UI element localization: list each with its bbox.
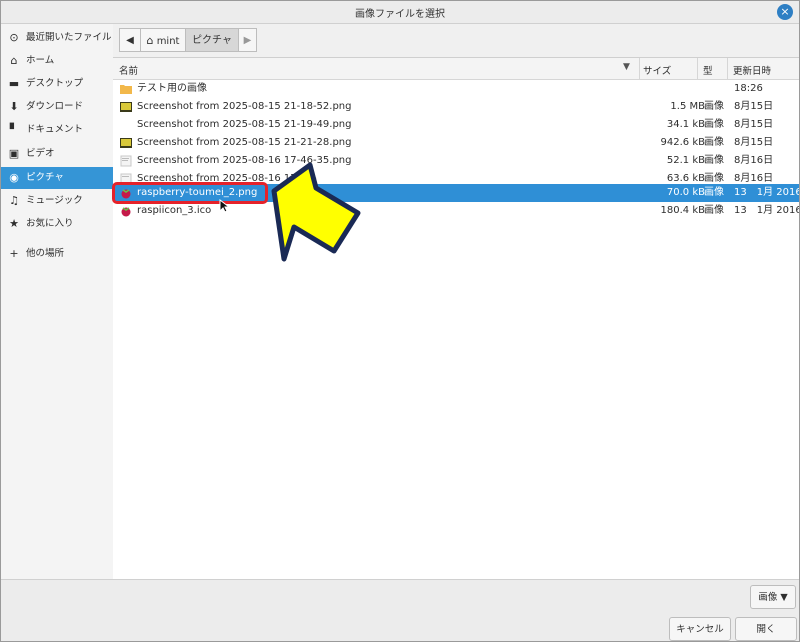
file-name: raspiicon_3.ico [137, 205, 212, 216]
file-type: 画像 [704, 101, 724, 112]
file-list: 名前 ▼ サイズ 型 更新日時 テスト用の画像 18:26 Screenshot… [113, 57, 799, 580]
sidebar-item-favorites[interactable]: ★ お気に入り [1, 213, 113, 235]
sidebar-item-label: ダウンロード [26, 101, 84, 112]
file-size: 1.5 MB [670, 101, 705, 112]
file-date: 8月16日 [734, 155, 774, 166]
music-note-icon: ♫ [9, 194, 19, 207]
file-date: 13 1月 2016 [734, 205, 800, 216]
yellow-pointer-arrow-icon [271, 162, 361, 262]
file-size: 180.4 kB [660, 205, 705, 216]
film-icon: ▣ [8, 147, 20, 160]
file-size: 52.1 kB [666, 155, 705, 166]
sidebar-item-label: ミュージック [26, 195, 83, 206]
filter-label: 画像 [758, 592, 778, 603]
chevron-left-icon: ◀ [126, 35, 134, 46]
dialog-title: 画像ファイルを選択 [355, 9, 445, 20]
file-size: 70.0 kB [666, 187, 705, 198]
file-size: 942.6 kB [660, 137, 705, 148]
sidebar-item-desktop[interactable]: ▬ デスクトップ [1, 73, 113, 95]
action-bar: 画像 ▼ キャンセル 開く [1, 579, 799, 641]
title-bar: 画像ファイルを選択 × [1, 1, 799, 24]
path-crumb-label: ピクチャ [192, 35, 232, 46]
file-chooser-dialog: 画像ファイルを選択 × ⊙ 最近開いたファイル ⌂ ホーム ▬ デスクトップ ⬇… [0, 0, 800, 642]
file-date: 8月15日 [734, 137, 774, 148]
download-icon: ⬇ [9, 100, 19, 113]
file-filter-dropdown[interactable]: 画像 ▼ [750, 585, 796, 609]
file-name: Screenshot from 2025-08-15 21-21-28.png [137, 137, 352, 148]
path-crumb-current[interactable]: ピクチャ [185, 28, 239, 52]
file-row[interactable]: Screenshot from 2025-08-15 21-21-28.png … [113, 134, 799, 152]
document-thumbnail-icon [120, 155, 132, 167]
camera-icon: ◉ [9, 171, 19, 184]
home-icon: ⌂ [146, 34, 154, 47]
sidebar-item-label: ビデオ [26, 148, 55, 159]
star-icon: ★ [9, 217, 19, 230]
sidebar-item-label: 他の場所 [26, 248, 65, 259]
path-crumb-label: mint [156, 36, 180, 47]
file-type: 画像 [704, 205, 724, 216]
file-row[interactable]: raspiicon_3.ico 180.4 kB 画像 13 1月 2016 [113, 202, 799, 220]
file-date: 8月15日 [734, 119, 774, 130]
file-date: 18:26 [734, 83, 763, 94]
file-date: 8月15日 [734, 101, 774, 112]
sidebar-item-downloads[interactable]: ⬇ ダウンロード [1, 96, 113, 118]
sidebar-item-pictures[interactable]: ◉ ピクチャ [1, 167, 113, 189]
file-type: 画像 [704, 137, 724, 148]
home-icon: ⌂ [10, 54, 18, 67]
mouse-cursor-icon [219, 199, 231, 213]
column-name-header[interactable]: 名前 [119, 63, 138, 77]
sidebar-item-other-locations[interactable]: + 他の場所 [1, 243, 113, 265]
desktop-icon: ▬ [8, 77, 20, 90]
sidebar-item-label: お気に入り [26, 218, 74, 229]
file-size: 34.1 kB [666, 119, 705, 130]
sidebar-item-label: ピクチャ [26, 172, 64, 183]
file-type: 画像 [704, 119, 724, 130]
column-type-header[interactable]: 型 [703, 63, 713, 77]
file-name: Screenshot from 2025-08-15 21-19-49.png [137, 119, 352, 130]
image-thumbnail-icon [120, 138, 132, 148]
chevron-right-icon: ▶ [243, 35, 252, 46]
file-row[interactable]: テスト用の画像 18:26 [113, 80, 799, 98]
sidebar-item-recent[interactable]: ⊙ 最近開いたファイル [1, 27, 113, 49]
plus-icon: + [9, 247, 19, 260]
file-name: Screenshot from 2025-08-15 21-18-52.png [137, 101, 352, 112]
sidebar-item-music[interactable]: ♫ ミュージック [1, 190, 113, 212]
close-button[interactable]: × [777, 4, 793, 20]
column-header: 名前 ▼ サイズ 型 更新日時 [113, 58, 799, 80]
sidebar-item-label: ドキュメント [26, 124, 84, 135]
places-sidebar: ⊙ 最近開いたファイル ⌂ ホーム ▬ デスクトップ ⬇ ダウンロード ▘ ドキ… [1, 24, 114, 579]
sidebar-item-label: ホーム [26, 55, 55, 66]
document-icon: ▘ [9, 123, 19, 136]
chevron-down-icon: ▼ [780, 592, 788, 603]
sidebar-item-videos[interactable]: ▣ ビデオ [1, 143, 113, 165]
path-back-button[interactable]: ◀ [119, 28, 141, 52]
path-forward-button[interactable]: ▶ [238, 28, 257, 52]
file-name: テスト用の画像 [137, 83, 207, 94]
open-button[interactable]: 開く [735, 617, 797, 641]
path-bar: ◀ ⌂ mint ピクチャ ▶ [113, 24, 799, 57]
sidebar-item-home[interactable]: ⌂ ホーム [1, 50, 113, 72]
sort-arrow-icon[interactable]: ▼ [623, 62, 630, 72]
image-thumbnail-icon [120, 102, 132, 112]
raspberry-icon [121, 207, 131, 217]
folder-icon [120, 85, 132, 94]
cancel-button[interactable]: キャンセル [669, 617, 731, 641]
sidebar-item-documents[interactable]: ▘ ドキュメント [1, 119, 113, 141]
clock-icon: ⊙ [9, 31, 19, 44]
sidebar-item-label: 最近開いたファイル [26, 32, 112, 43]
file-row[interactable]: Screenshot from 2025-08-15 21-19-49.png … [113, 116, 799, 134]
file-row[interactable]: Screenshot from 2025-08-16 17-46-35.png … [113, 152, 799, 170]
file-type: 画像 [704, 187, 724, 198]
file-date: 13 1月 2016 [734, 187, 800, 198]
path-crumb-home[interactable]: ⌂ mint [140, 28, 186, 52]
file-row[interactable]: Screenshot from 2025-08-15 21-18-52.png … [113, 98, 799, 116]
sidebar-item-label: デスクトップ [26, 78, 84, 89]
file-type: 画像 [704, 155, 724, 166]
column-modified-header[interactable]: 更新日時 [733, 63, 771, 77]
column-size-header[interactable]: サイズ [643, 63, 671, 77]
